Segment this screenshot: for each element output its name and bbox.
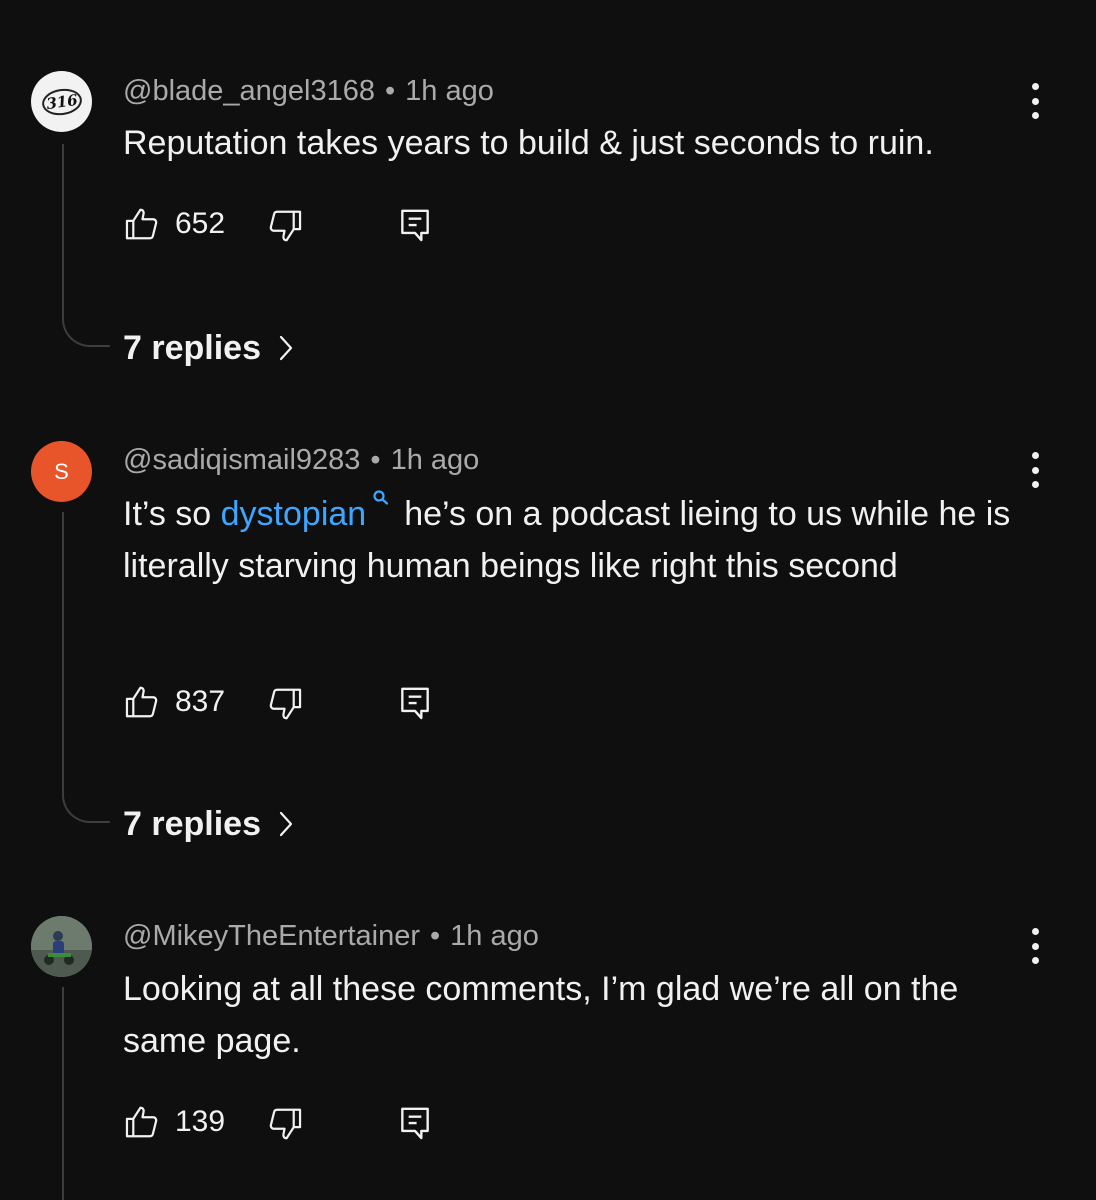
like-button[interactable]: 139 bbox=[123, 1103, 225, 1141]
like-button[interactable]: 837 bbox=[123, 683, 225, 721]
author-handle[interactable]: @MikeyTheEntertainer bbox=[123, 920, 420, 952]
like-count: 652 bbox=[175, 207, 226, 240]
dislike-button[interactable] bbox=[266, 207, 304, 250]
more-vertical-icon[interactable] bbox=[1028, 928, 1042, 964]
avatar-text: S bbox=[54, 458, 69, 484]
avatar-text: 316 bbox=[39, 85, 84, 118]
comment-actions: 652 bbox=[123, 205, 523, 245]
separator-dot: • bbox=[385, 75, 396, 107]
separator-dot: • bbox=[430, 920, 441, 952]
replies-count: 7 replies bbox=[123, 805, 261, 843]
comment-actions: 837 bbox=[123, 683, 523, 723]
comment-1: 316 @blade_angel3168 • 1h ago Reputation t… bbox=[0, 0, 1096, 400]
comment-meta: @blade_angel3168 • 1h ago bbox=[123, 77, 494, 106]
comment-3: @MikeyTheEntertainer • 1h ago Looking at a… bbox=[0, 875, 1096, 1200]
more-vertical-icon[interactable] bbox=[1028, 452, 1042, 488]
comment-reply-icon bbox=[401, 687, 429, 720]
like-button[interactable]: 652 bbox=[123, 205, 225, 243]
comment-2: S @sadiqismail9283 • 1h ago It’s so dystop… bbox=[0, 400, 1096, 875]
thread-line bbox=[62, 987, 64, 1200]
avatar[interactable] bbox=[31, 916, 92, 977]
like-count: 139 bbox=[175, 1105, 226, 1138]
search-link[interactable]: dystopian bbox=[221, 495, 367, 533]
comment-time: 1h ago bbox=[405, 75, 494, 107]
more-vertical-icon[interactable] bbox=[1028, 83, 1042, 119]
thumbs-down-icon bbox=[269, 210, 302, 242]
comment-time: 1h ago bbox=[450, 920, 539, 952]
comment-actions: 139 bbox=[123, 1103, 523, 1143]
author-handle[interactable]: @blade_angel3168 bbox=[123, 75, 375, 107]
comment-text: It’s so dystopian he’s on a podcast liein… bbox=[123, 488, 1043, 592]
view-replies-button[interactable]: 7 replies bbox=[123, 331, 293, 365]
thread-line bbox=[62, 512, 64, 795]
chevron-right-icon bbox=[279, 335, 293, 361]
reply-button[interactable] bbox=[396, 205, 434, 250]
thumbs-up-icon bbox=[125, 1106, 158, 1138]
comment-text-start: It’s so bbox=[123, 495, 221, 533]
dislike-button[interactable] bbox=[266, 1105, 304, 1148]
separator-dot: • bbox=[370, 444, 381, 476]
thread-curve bbox=[62, 317, 110, 347]
view-replies-button[interactable]: 7 replies bbox=[123, 807, 293, 841]
thumbs-down-icon bbox=[269, 688, 302, 720]
thumbs-up-icon bbox=[125, 686, 158, 718]
reply-button[interactable] bbox=[396, 683, 434, 728]
comment-time: 1h ago bbox=[390, 444, 480, 476]
author-handle[interactable]: @sadiqismail9283 bbox=[123, 444, 360, 476]
replies-count: 7 replies bbox=[123, 329, 261, 367]
avatar-photo bbox=[31, 916, 92, 977]
comment-text: Looking at all these comments, I’m glad … bbox=[123, 970, 959, 1060]
comment-meta: @sadiqismail9283 • 1h ago bbox=[123, 446, 479, 475]
comment-reply-icon bbox=[401, 209, 429, 242]
reply-button[interactable] bbox=[396, 1103, 434, 1148]
like-count: 837 bbox=[175, 685, 226, 718]
thread-line bbox=[62, 144, 64, 319]
chevron-right-icon bbox=[279, 811, 293, 837]
avatar[interactable]: 316 bbox=[31, 71, 92, 132]
dislike-button[interactable] bbox=[266, 685, 304, 728]
thumbs-up-icon bbox=[125, 208, 158, 240]
comment-text: Reputation takes years to build & just s… bbox=[123, 124, 934, 162]
thread-curve bbox=[62, 793, 110, 823]
search-icon[interactable] bbox=[372, 488, 390, 510]
avatar[interactable]: S bbox=[31, 441, 92, 502]
thumbs-down-icon bbox=[269, 1108, 302, 1140]
comment-reply-icon bbox=[401, 1107, 429, 1140]
comment-meta: @MikeyTheEntertainer • 1h ago bbox=[123, 922, 539, 951]
